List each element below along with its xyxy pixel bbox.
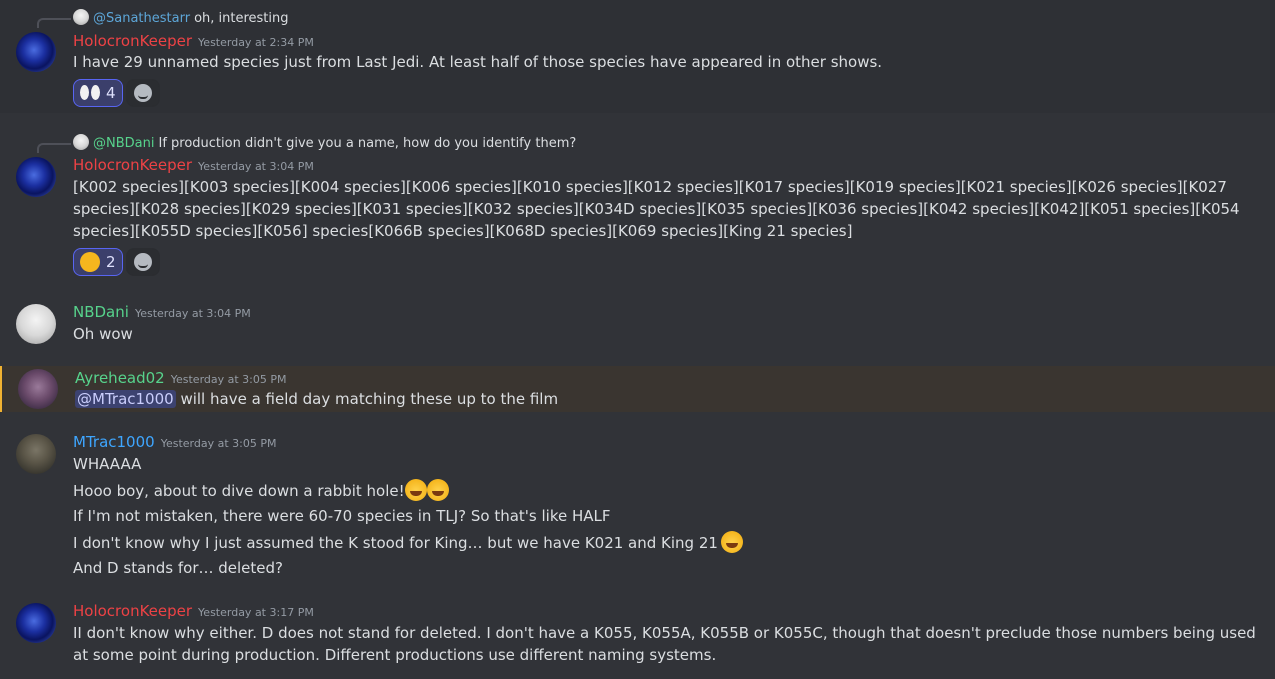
message[interactable]: NBDani Yesterday at 3:04 PM Oh wow [0,294,1275,354]
user-mention[interactable]: @MTrac1000 [75,390,176,408]
message-text: Hooo boy, about to dive down a rabbit ho… [73,479,449,502]
message-text: [K002 species][K003 species][K004 specie… [73,178,1240,240]
message-header: HolocronKeeper Yesterday at 3:04 PM [73,155,314,177]
username[interactable]: MTrac1000 [73,433,155,451]
message-header: HolocronKeeper Yesterday at 2:34 PM [73,31,314,53]
message[interactable]: MTrac1000 Yesterday at 3:05 PM WHAAAA Hoo… [0,426,1275,586]
tears-of-joy-emoji-icon [720,531,743,553]
chat-message-list: @Sanathestarr oh, interesting HolocronKee… [0,0,1275,679]
timestamp: Yesterday at 2:34 PM [198,36,314,49]
reply-connector [37,143,71,153]
username[interactable]: NBDani [73,303,129,321]
reply-connector [37,18,71,28]
message-header: HolocronKeeper Yesterday at 3:17 PM [73,601,314,623]
timestamp: Yesterday at 3:04 PM [134,307,251,320]
dizzy-face-emoji-icon [426,479,449,501]
add-reaction-icon [134,253,152,271]
timestamp: Yesterday at 3:04 PM [198,160,314,173]
eyes-icon [80,83,100,103]
reply-username[interactable]: @Sanathestarr [93,11,190,26]
message-header: Ayrehead02 Yesterday at 3:05 PM [75,368,287,390]
message-text: @MTrac1000 will have a field day matchin… [75,388,558,410]
message-text: And D stands for… deleted? [73,559,284,577]
reply-text: oh, interesting [194,11,289,26]
message[interactable]: HolocronKeeper Yesterday at 3:17 PM II do… [0,596,1275,679]
reply-preview[interactable]: @NBDani If production didn't give you a n… [73,134,576,152]
message-header: NBDani Yesterday at 3:04 PM [73,302,251,324]
message-text-part: Hooo boy, about to dive down a rabbit ho… [73,482,405,500]
add-reaction-icon [134,84,152,102]
avatar[interactable] [16,32,56,72]
message-text: I have 29 unnamed species just from Last… [73,53,883,71]
reaction-count: 2 [106,253,116,271]
reply-username[interactable]: @NBDani [93,136,154,151]
message-mentioned[interactable]: Ayrehead02 Yesterday at 3:05 PM @MTrac100… [0,366,1275,412]
message-text: I don't know why I just assumed the K st… [73,531,743,554]
reaction-dizzy-face[interactable]: 2 [73,248,123,276]
add-reaction-button[interactable] [126,248,160,276]
message-text: II don't know why either. D does not sta… [73,624,1256,664]
avatar[interactable] [18,369,58,409]
avatar[interactable] [16,603,56,643]
reaction-eyes[interactable]: 4 [73,79,123,107]
reply-text: If production didn't give you a name, ho… [158,136,577,151]
grinning-sweat-emoji-icon [404,479,427,501]
reply-preview[interactable]: @Sanathestarr oh, interesting [73,9,289,27]
message-text: If I'm not mistaken, there were 60-70 sp… [73,507,611,525]
reply-avatar [73,134,89,150]
reaction-count: 4 [106,84,116,102]
message[interactable]: @Sanathestarr oh, interesting HolocronKee… [0,0,1275,113]
username[interactable]: HolocronKeeper [73,32,192,50]
avatar[interactable] [16,157,56,197]
timestamp: Yesterday at 3:05 PM [160,437,277,450]
message-text-part: I don't know why I just assumed the K st… [73,534,718,552]
message[interactable]: @NBDani If production didn't give you a n… [0,126,1275,286]
add-reaction-button[interactable] [126,79,160,107]
message-text: Oh wow [73,325,133,343]
timestamp: Yesterday at 3:05 PM [170,373,287,386]
username[interactable]: HolocronKeeper [73,156,192,174]
message-header: MTrac1000 Yesterday at 3:05 PM [73,432,276,454]
message-text: WHAAAA [73,455,142,473]
timestamp: Yesterday at 3:17 PM [198,606,314,619]
username[interactable]: HolocronKeeper [73,602,192,620]
message-text-rest: will have a field day matching these up … [175,390,559,408]
dizzy-face-icon [80,252,100,272]
avatar[interactable] [16,434,56,474]
reply-avatar [73,9,89,25]
avatar[interactable] [16,304,56,344]
username[interactable]: Ayrehead02 [75,369,165,387]
